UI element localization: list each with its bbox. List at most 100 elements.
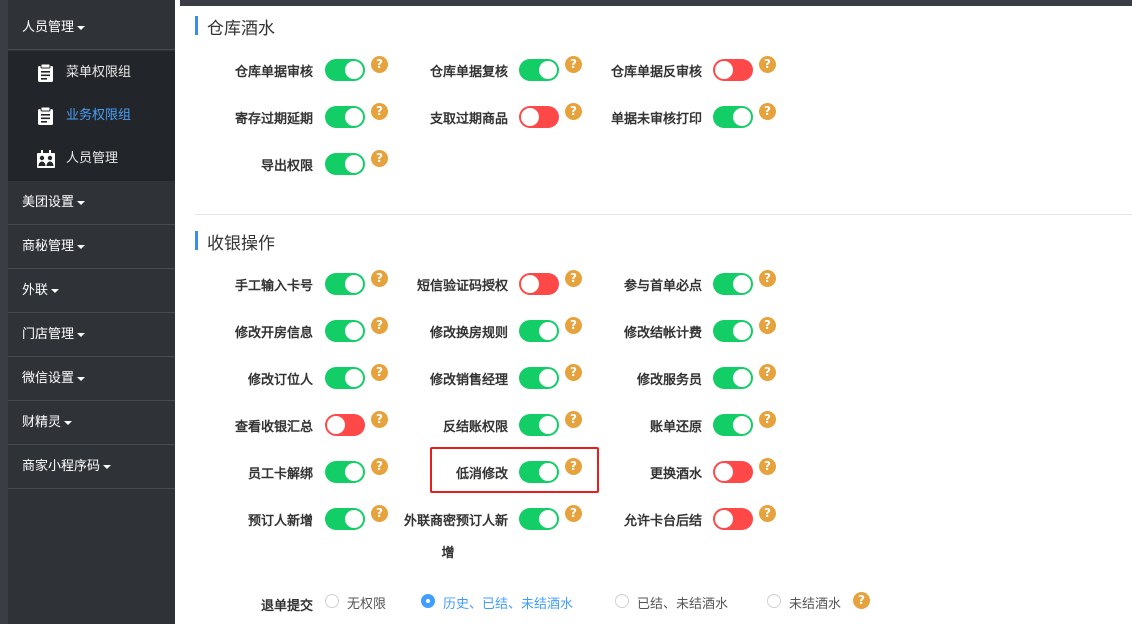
permission-label-text: 仓库单据复核 [429,65,508,80]
permission-toggle[interactable] [325,273,365,295]
menu-wechat-settings[interactable]: 微信设置 [8,357,175,401]
help-icon[interactable]: ? [371,103,388,120]
permission-toggle[interactable] [325,508,365,530]
permission-toggle[interactable] [325,461,365,483]
permission-toggle[interactable] [519,461,559,483]
permission-label: 仓库单据审核 [193,61,313,80]
submenu-item-staff-management[interactable]: 人员管理 [8,137,175,180]
help-icon[interactable]: ? [759,505,776,522]
permission-toggle[interactable] [713,367,753,389]
permission-toggle[interactable] [519,106,559,128]
permission-toggle[interactable] [325,320,365,342]
permission-toggle[interactable] [325,106,365,128]
help-icon[interactable]: ? [371,458,388,475]
menu-label: 外联 [22,283,49,298]
toggle-knob [345,155,363,173]
permission-label-text: 外联商密预订人新 [403,514,508,529]
permission-label-text: 更换酒水 [649,467,702,482]
submenu-item-menu-permission-group[interactable]: 菜单权限组 [8,51,175,94]
menu-store-management[interactable]: 门店管理 [8,313,175,357]
menu-label: 人员管理 [22,20,75,35]
help-icon[interactable]: ? [371,505,388,522]
permission-label: 预订人新增 [193,510,313,529]
permission-toggle[interactable] [713,320,753,342]
help-icon[interactable]: ? [565,411,582,428]
toggle-knob [715,510,733,528]
permission-toggle[interactable] [325,153,365,175]
permission-label-text: 仓库单据反审核 [610,65,702,80]
permission-toggle[interactable] [519,367,559,389]
help-icon[interactable]: ? [371,56,388,73]
app-root: 人员管理 菜单权限组 业务权限组 人员管理 美团设置 商秘管理 外联 门店管理 … [0,0,1132,624]
toggle-knob [733,369,751,387]
help-icon[interactable]: ? [565,505,582,522]
help-icon[interactable]: ? [759,270,776,287]
menu-label: 财精灵 [22,415,62,430]
permission-toggle[interactable] [325,414,365,436]
permission-label-text: 允许卡台后结 [623,514,702,529]
help-icon[interactable]: ? [759,364,776,381]
submenu-item-business-permission-group[interactable]: 业务权限组 [8,94,175,137]
permission-label: 修改服务员 [582,369,702,388]
menu-shangmi-management[interactable]: 商秘管理 [8,225,175,269]
permission-label-text: 寄存过期延期 [234,112,313,127]
caret-down-icon [103,464,112,469]
permission-toggle[interactable] [713,59,753,81]
toggle-knob [539,463,557,481]
menu-external[interactable]: 外联 [8,269,175,313]
permission-label-text: 修改订位人 [247,373,313,388]
clipboard-icon [38,63,53,82]
menu-meituan-settings[interactable]: 美团设置 [8,181,175,225]
toggle-knob [345,369,363,387]
toggle-knob [345,275,363,293]
clipboard-icon [38,106,53,125]
help-icon[interactable]: ? [565,364,582,381]
help-icon[interactable]: ? [759,103,776,120]
permission-label: 修改结帐计费 [582,322,702,341]
help-icon[interactable]: ? [759,458,776,475]
menu-caijingling[interactable]: 财精灵 [8,401,175,445]
help-icon[interactable]: ? [371,270,388,287]
permission-toggle[interactable] [325,367,365,389]
menu-label: 美团设置 [22,195,75,210]
refund-submit-label: 退单提交 [260,599,313,614]
help-icon[interactable]: ? [565,317,582,334]
permission-label: 仓库单据复核 [388,61,508,80]
permission-label-text: 单据未审核打印 [610,112,702,127]
permission-toggle[interactable] [325,59,365,81]
help-icon[interactable]: ? [565,103,582,120]
submenu-label: 菜单权限组 [66,65,132,80]
permission-toggle[interactable] [713,414,753,436]
window-edge [0,0,8,624]
permission-toggle[interactable] [519,414,559,436]
radio-label: 无权限 [347,597,387,612]
menu-staff-management[interactable]: 人员管理 [8,6,175,50]
help-icon[interactable]: ? [565,270,582,287]
help-icon[interactable]: ? [371,150,388,167]
permission-toggle[interactable] [519,320,559,342]
caret-down-icon [77,200,86,205]
menu-mini-program-code[interactable]: 商家小程序码 [8,445,175,489]
permission-toggle[interactable] [713,461,753,483]
help-icon[interactable]: ? [759,56,776,73]
section-title-cashier: 收银操作 [195,229,275,254]
help-icon[interactable]: ? [371,411,388,428]
help-icon[interactable]: ? [565,458,582,475]
submenu: 菜单权限组 业务权限组 人员管理 [8,51,175,181]
permission-toggle[interactable] [519,273,559,295]
help-icon[interactable]: ? [759,411,776,428]
help-icon[interactable]: ? [759,317,776,334]
help-icon[interactable]: ? [371,317,388,334]
permission-label: 单据未审核打印 [582,108,702,127]
permission-toggle[interactable] [519,59,559,81]
help-icon[interactable]: ? [565,56,582,73]
permission-toggle[interactable] [713,106,753,128]
sidebar: 人员管理 菜单权限组 业务权限组 人员管理 美团设置 商秘管理 外联 门店管理 … [8,0,175,624]
permission-toggle[interactable] [713,508,753,530]
permission-toggle[interactable] [713,273,753,295]
help-icon[interactable]: ? [371,364,388,381]
help-icon[interactable]: ? [853,592,870,609]
permission-toggle[interactable] [519,508,559,530]
menu-label: 微信设置 [22,371,75,386]
radio-circle [615,594,629,608]
